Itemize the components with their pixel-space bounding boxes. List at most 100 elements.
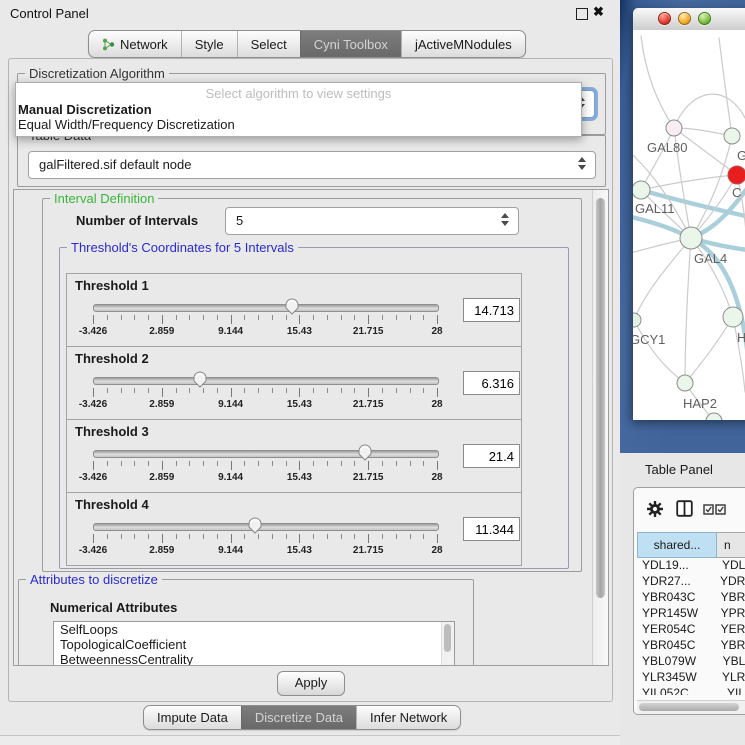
tab-label: Cyni Toolbox (314, 32, 388, 57)
tab-network[interactable]: Network (89, 31, 181, 57)
table-data-combobox[interactable]: galFiltered.sif default node (28, 151, 596, 179)
slider-track[interactable] (93, 523, 439, 531)
table-header-row: shared... n (637, 532, 745, 558)
network-canvas[interactable]: GAL80GACGAL11GAL4GCY1HHAP2 (633, 30, 745, 420)
slider-track[interactable] (93, 377, 439, 385)
gear-icon[interactable] (646, 500, 664, 518)
minimize-traffic-light-icon[interactable] (678, 12, 691, 25)
threshold-label: Threshold 4 (75, 497, 149, 512)
network-node-gcy1[interactable] (633, 313, 641, 327)
network-window-titlebar[interactable] (633, 8, 745, 31)
scrollbar-thumb[interactable] (596, 198, 605, 598)
cell-name: YDR2 (710, 574, 745, 590)
list-scrollbar[interactable] (441, 622, 454, 666)
cell-shared-name: YER054C (637, 622, 711, 638)
close-traffic-light-icon[interactable] (658, 12, 671, 25)
network-node-gal11[interactable] (633, 181, 650, 199)
combo-value: galFiltered.sif default node (39, 152, 191, 178)
cell-name: YBL0 (713, 654, 745, 670)
axis-tick-label: 28 (431, 472, 442, 483)
viewport-scrollbar[interactable] (592, 190, 608, 665)
network-view-window: GAL80GACGAL11GAL4GCY1HHAP2 (633, 8, 745, 420)
slider-track[interactable] (93, 304, 439, 312)
threshold-value-input[interactable] (463, 517, 520, 541)
table-row[interactable]: YBR045CYBR0 (637, 638, 745, 654)
tab-jactivemnodules[interactable]: jActiveMNodules (401, 31, 525, 57)
cell-shared-name: YBL079W (637, 654, 713, 670)
cell-name: YPR1 (711, 606, 745, 622)
apply-button[interactable]: Apply (277, 671, 345, 696)
network-node-h[interactable] (723, 307, 743, 327)
network-node-c[interactable] (728, 166, 745, 184)
slider-thumb-icon[interactable] (358, 444, 372, 461)
slider-thumb-icon[interactable] (248, 517, 262, 534)
axis-tick-label: 21.715 (353, 472, 384, 483)
thresholds-group: Threshold's Coordinates for 5 Intervals … (59, 247, 569, 569)
threshold-panel-3: Threshold 3-3.4262.8599.14415.4321.71528 (66, 419, 522, 493)
table-body: YDL19...YDL1YDR27...YDR2YBR043CYBR0YPR14… (637, 558, 745, 695)
scrollbar-thumb[interactable] (639, 703, 739, 711)
slider-thumb-icon[interactable] (285, 298, 299, 315)
tab-discretize-data[interactable]: Discretize Data (241, 706, 356, 729)
cell-shared-name: YLR345W (637, 670, 712, 686)
slider-thumb-icon[interactable] (193, 371, 207, 388)
column-header-name[interactable]: n (717, 532, 745, 558)
tab-cyni-toolbox[interactable]: Cyni Toolbox (300, 31, 401, 57)
threshold-label: Threshold 3 (75, 424, 149, 439)
close-icon[interactable]: ✖ (593, 4, 604, 20)
tab-select[interactable]: Select (237, 31, 300, 57)
settings-scroll-viewport: Interval Definition Number of Intervals … (13, 189, 609, 666)
tab-style[interactable]: Style (181, 31, 237, 57)
table-row[interactable]: YER054CYER0 (637, 622, 745, 638)
network-node-ga[interactable] (724, 128, 740, 144)
attribute-item-topologicalcoefficient[interactable]: TopologicalCoefficient (54, 637, 454, 652)
top-tab-bar: NetworkStyleSelect Cyni Toolbox jActiveMNo… (88, 30, 526, 58)
network-edge (685, 317, 733, 383)
table-row[interactable]: YBL079WYBL0 (637, 654, 745, 670)
axis-tick-label: -3.426 (79, 472, 107, 483)
threshold-value-input[interactable] (463, 371, 520, 395)
network-node-gal80[interactable] (666, 120, 682, 136)
network-node-hap2[interactable] (677, 375, 693, 391)
node-label: HAP2 (683, 396, 717, 411)
tab-impute-data[interactable]: Impute Data (144, 706, 241, 729)
cell-name: YDL1 (712, 558, 745, 574)
popup-hint: Select algorithm to view settings (16, 86, 581, 102)
attribute-item-selfloops[interactable]: SelfLoops (54, 622, 454, 637)
algorithm-option-manual-discretization[interactable]: Manual Discretization (16, 102, 581, 117)
column-header-shared[interactable]: shared... (637, 532, 717, 558)
table-row[interactable]: YLR345WYLR3 (637, 670, 745, 686)
float-window-icon[interactable] (576, 8, 588, 20)
slider-track[interactable] (93, 450, 439, 458)
cell-shared-name: YBR043C (637, 590, 711, 606)
table-row[interactable]: YIL052CYIL0 (637, 686, 745, 695)
horizontal-scrollbar[interactable] (637, 700, 745, 714)
split-columns-icon[interactable] (676, 500, 693, 517)
axis-tick-label: 2.859 (149, 472, 174, 483)
node-label: GA (737, 148, 745, 163)
table-row[interactable]: YDR27...YDR2 (637, 574, 745, 590)
select-columns-checkbox-icon[interactable] (703, 504, 726, 515)
network-node-gal4[interactable] (680, 227, 702, 249)
axis-tick-label: 15.43 (287, 326, 312, 337)
threshold-panel-2: Threshold 2-3.4262.8599.14415.4321.71528 (66, 346, 522, 420)
threshold-value-input[interactable] (463, 298, 520, 322)
number-of-intervals-combobox[interactable]: 5 (225, 207, 519, 235)
threshold-value-input[interactable] (463, 444, 520, 468)
table-card: shared... n YDL19...YDL1YDR27...YDR2YBR0… (633, 487, 745, 715)
zoom-traffic-light-icon[interactable] (698, 12, 711, 25)
table-row[interactable]: YPR145WYPR1 (637, 606, 745, 622)
combo-stepper-icon (578, 157, 587, 173)
combo-stepper-icon (501, 213, 510, 229)
tab-infer-network[interactable]: Infer Network (356, 706, 460, 729)
table-row[interactable]: YDL19...YDL1 (637, 558, 745, 574)
algorithm-option-equal-width-frequency-discretization[interactable]: Equal Width/Frequency Discretization (16, 117, 581, 132)
attribute-item-betweennesscentrality[interactable]: BetweennessCentrality (54, 652, 454, 666)
table-row[interactable]: YBR043CYBR0 (637, 590, 745, 606)
cyni-toolbox-panel: Discretization Algorithm Table Data galF… (8, 58, 613, 702)
cell-shared-name: YDL19... (637, 558, 712, 574)
number-of-intervals-label: Number of Intervals (76, 213, 198, 228)
attributes-to-discretize-group: Attributes to discretize Numerical Attri… (18, 579, 474, 666)
numerical-attributes-list[interactable]: SelfLoopsTopologicalCoefficientBetweenne… (53, 621, 455, 666)
threshold-stack: Threshold 1-3.4262.8599.14415.4321.71528… (66, 274, 522, 566)
